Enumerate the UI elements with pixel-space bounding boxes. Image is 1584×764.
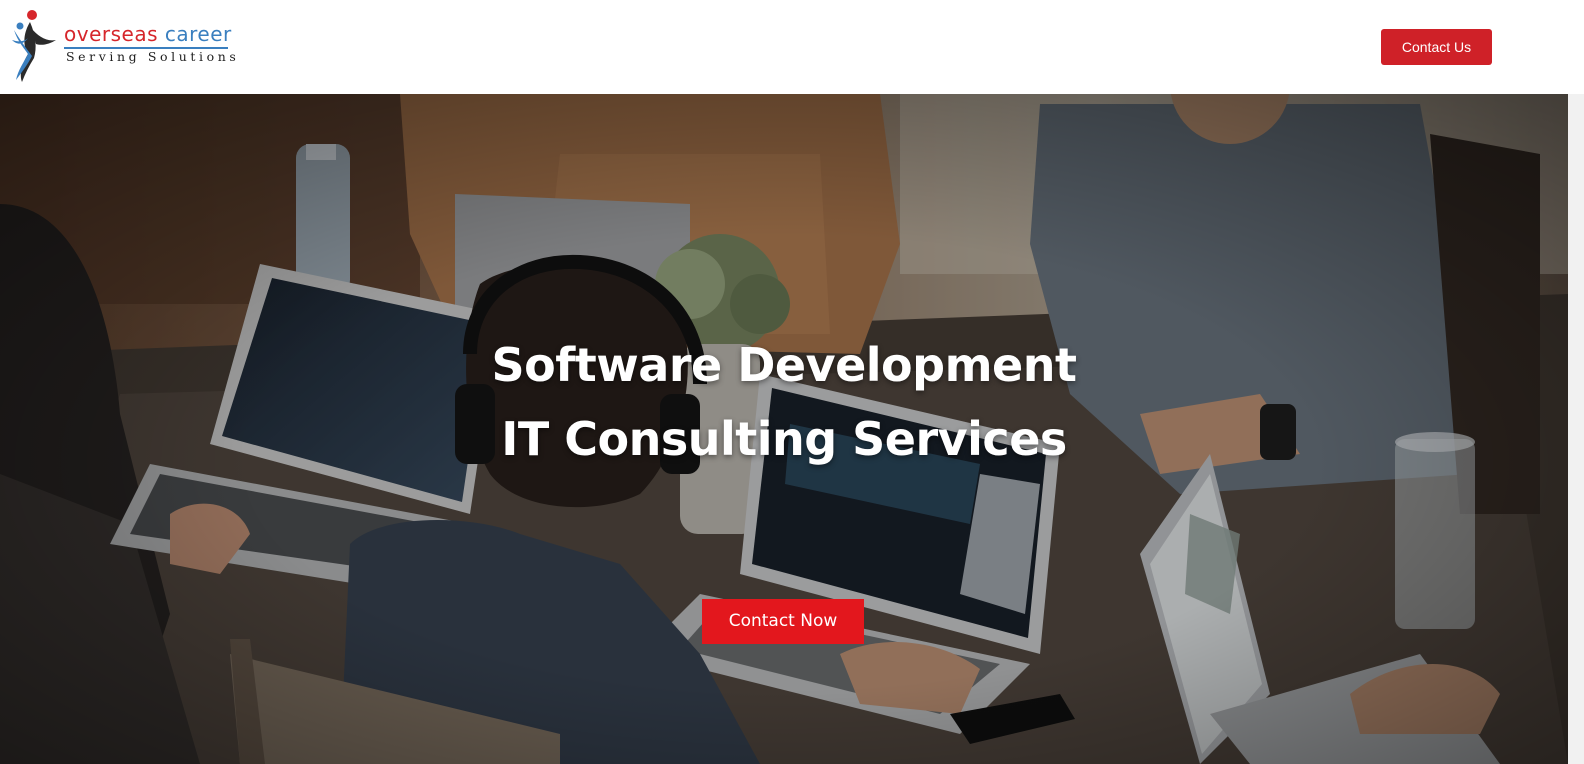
hero-title-line2: IT Consulting Services [501, 412, 1067, 466]
logo[interactable]: overseas career Serving Solutions [10, 8, 240, 84]
people-logo-icon [12, 10, 56, 82]
contact-now-button[interactable]: Contact Now [702, 599, 864, 644]
hero-banner: Software Development IT Consulting Servi… [0, 94, 1568, 764]
page-scrollbar[interactable] [1568, 94, 1584, 764]
site-header: overseas career Serving Solutions Contac… [0, 0, 1584, 94]
logo-tagline: Serving Solutions [66, 49, 240, 64]
contact-us-button[interactable]: Contact Us [1381, 29, 1492, 65]
logo-wordmark: overseas career [64, 22, 232, 46]
logo-word-overseas: overseas [64, 22, 158, 46]
hero-title-line1: Software Development [491, 338, 1077, 392]
logo-word-career: career [164, 22, 232, 46]
